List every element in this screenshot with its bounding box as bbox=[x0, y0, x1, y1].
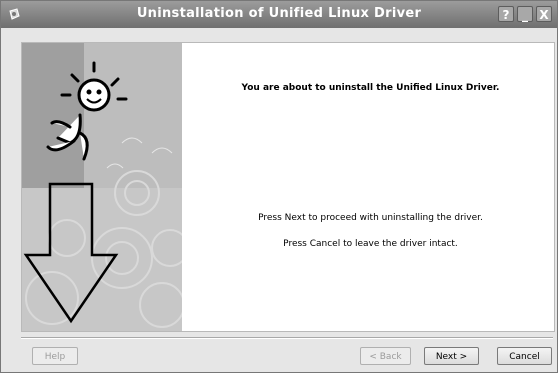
back-button[interactable]: < Back bbox=[360, 347, 411, 365]
help-button[interactable]: Help bbox=[32, 347, 78, 365]
help-title-button[interactable]: ? bbox=[498, 6, 514, 22]
side-illustration bbox=[22, 43, 182, 331]
next-instruction: Press Next to proceed with uninstalling … bbox=[258, 213, 483, 223]
title-bar[interactable]: Uninstallation of Unified Linux Driver ?… bbox=[1, 1, 557, 28]
uninstall-heading: You are about to uninstall the Unified L… bbox=[241, 83, 500, 93]
button-separator bbox=[21, 337, 553, 339]
content-panel: You are about to uninstall the Unified L… bbox=[21, 42, 555, 332]
close-button[interactable]: X bbox=[536, 6, 552, 22]
figure-arrow-illustration bbox=[22, 43, 182, 331]
next-button[interactable]: Next > bbox=[424, 347, 479, 365]
uninstall-dialog-window: Uninstallation of Unified Linux Driver ?… bbox=[0, 0, 558, 373]
cancel-instruction: Press Cancel to leave the driver intact. bbox=[283, 239, 458, 249]
minimize-button[interactable]: _ bbox=[517, 6, 533, 22]
window-title: Uninstallation of Unified Linux Driver bbox=[136, 6, 422, 21]
cancel-button[interactable]: Cancel bbox=[497, 347, 552, 365]
